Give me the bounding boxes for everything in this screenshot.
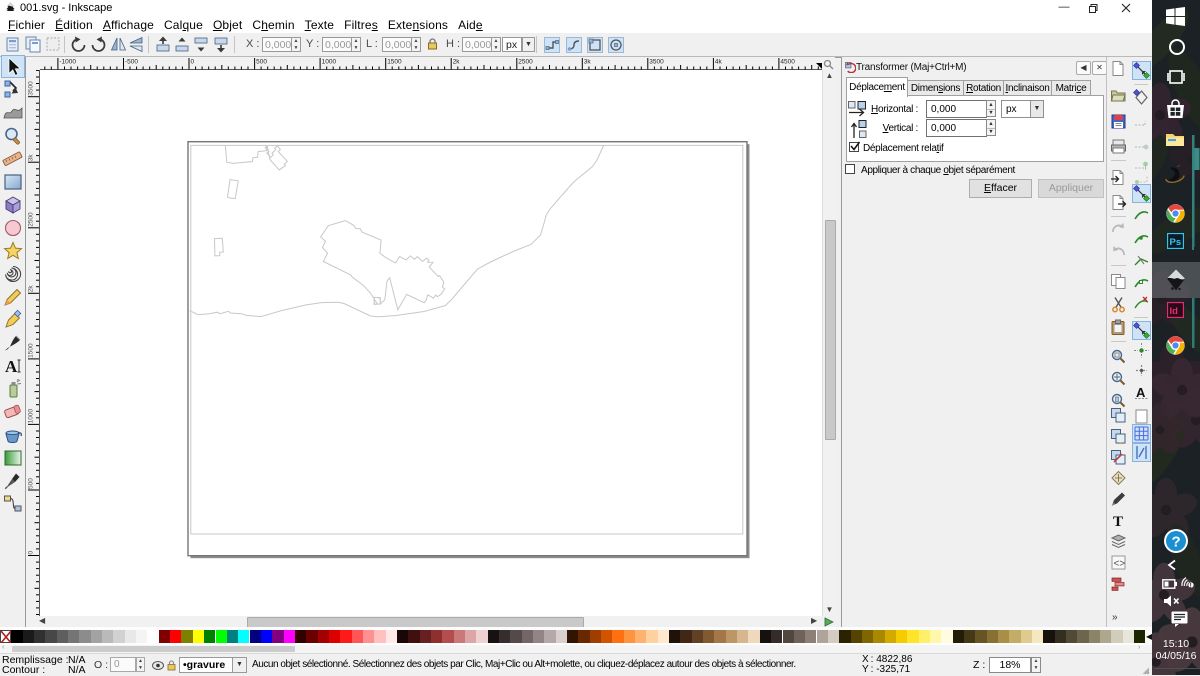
- svg-text:3k: 3k: [28, 154, 35, 162]
- svg-text:0: 0: [191, 59, 195, 66]
- svg-text:1500: 1500: [28, 343, 35, 358]
- svg-text:Ps: Ps: [1170, 237, 1182, 248]
- svg-text:A: A: [1136, 385, 1146, 400]
- svg-text:2500: 2500: [518, 59, 533, 66]
- svg-text:0: 0: [28, 551, 35, 555]
- svg-text:T: T: [1113, 514, 1123, 529]
- svg-text:4500: 4500: [780, 59, 795, 66]
- svg-text:4k: 4k: [715, 59, 723, 66]
- svg-text:A: A: [5, 357, 18, 376]
- svg-text:500: 500: [28, 478, 35, 489]
- svg-text:<>: <>: [1114, 559, 1126, 570]
- svg-text:1500: 1500: [387, 59, 402, 66]
- svg-text:2k: 2k: [28, 285, 35, 293]
- svg-text:!: !: [1190, 582, 1192, 588]
- svg-text:3500: 3500: [28, 81, 35, 96]
- svg-text:1000: 1000: [28, 409, 35, 424]
- svg-text:2k: 2k: [453, 59, 461, 66]
- svg-text:2500: 2500: [28, 212, 35, 227]
- svg-text:3k: 3k: [584, 59, 592, 66]
- svg-text:1000: 1000: [322, 59, 337, 66]
- svg-text:3500: 3500: [649, 59, 664, 66]
- svg-text:?: ?: [1172, 534, 1181, 551]
- svg-text:Id: Id: [1170, 306, 1179, 317]
- svg-text:-1000: -1000: [59, 59, 76, 66]
- svg-text:-500: -500: [125, 59, 138, 66]
- svg-text:500: 500: [256, 59, 267, 66]
